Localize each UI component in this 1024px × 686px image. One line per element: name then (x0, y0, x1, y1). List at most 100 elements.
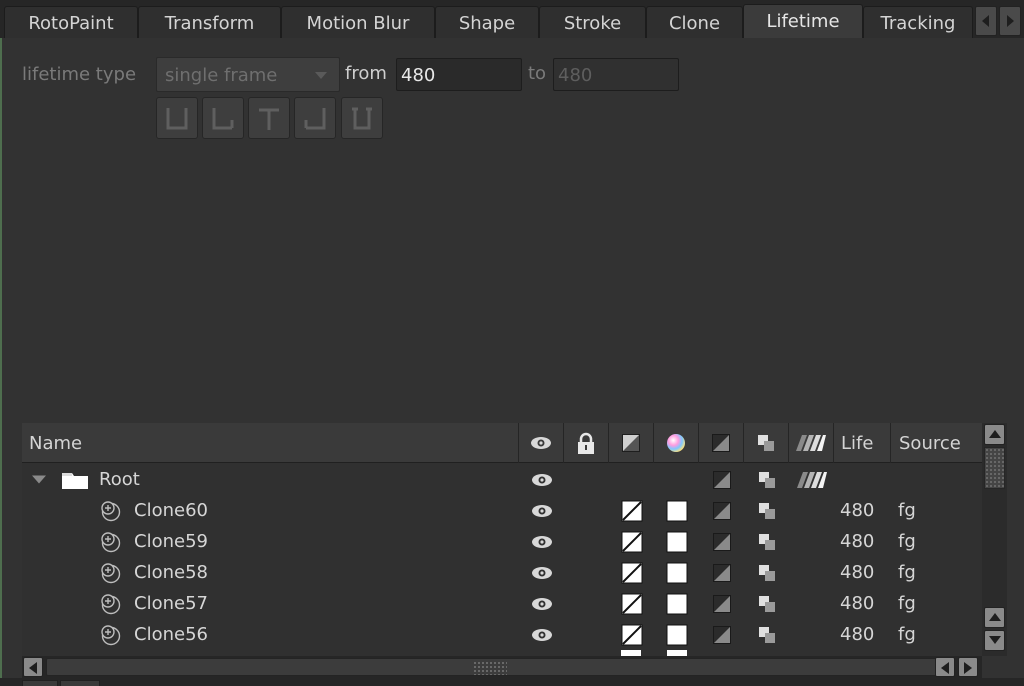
overlay-icon (758, 471, 775, 488)
overlay-toggle[interactable] (744, 619, 789, 650)
table-row[interactable]: Clone56 480 fg (22, 619, 982, 650)
visible-toggle[interactable] (519, 526, 564, 557)
overlay-toggle[interactable] (744, 495, 789, 526)
arrow-up-icon (988, 613, 1001, 621)
blend-icon (712, 594, 731, 613)
invert-toggle[interactable] (609, 526, 654, 557)
invert-icon (621, 562, 642, 583)
clone-icon-cell (98, 619, 122, 650)
invert-icon (621, 624, 642, 645)
blend-icon (712, 501, 731, 520)
scroll-up-button[interactable] (984, 424, 1005, 445)
bottom-tab-stub[interactable] (22, 680, 58, 686)
blending-toggle[interactable] (699, 526, 744, 557)
invert-toggle[interactable] (609, 495, 654, 526)
table-row[interactable]: Clone57 480 fg (22, 588, 982, 619)
overlay-toggle[interactable] (744, 588, 789, 619)
source-value: fg (898, 500, 916, 521)
lifetime-start-to-frame-button[interactable] (202, 97, 244, 139)
scroll-right-button[interactable] (958, 657, 978, 677)
lifetime-all-frames-button[interactable] (156, 97, 198, 139)
clone-layer-icon (101, 500, 121, 521)
tab-rotopaint[interactable]: RotoPaint (4, 6, 138, 38)
eye-icon (531, 566, 552, 579)
tab-scroll-right-button[interactable] (999, 6, 1021, 36)
single-frame-icon (259, 108, 279, 130)
color-swatch[interactable] (654, 495, 699, 526)
arrow-right-icon (964, 662, 972, 674)
blending-toggle[interactable] (699, 495, 744, 526)
life-value: 480 (840, 531, 875, 552)
vertical-scroll-thumb[interactable] (984, 447, 1005, 489)
invert-toggle[interactable] (609, 557, 654, 588)
vertical-scrollbar[interactable] (982, 423, 1007, 656)
table-row[interactable]: Clone58 480 fg (22, 557, 982, 588)
color-swatch[interactable] (654, 588, 699, 619)
invert-icon (622, 434, 640, 452)
expand-toggle[interactable] (30, 464, 48, 495)
lifetime-single-frame-button[interactable] (248, 97, 290, 139)
bottom-tab-stub-2[interactable] (60, 680, 100, 686)
tab-transform[interactable]: Transform (138, 6, 281, 38)
tab-scroll-left-button[interactable] (975, 6, 997, 36)
color-swatch[interactable] (654, 526, 699, 557)
clone-layer-icon (101, 531, 121, 552)
invert-toggle[interactable] (609, 588, 654, 619)
blending-toggle[interactable] (699, 557, 744, 588)
tab-stroke[interactable]: Stroke (539, 6, 646, 38)
lifetime-type-value: single frame (165, 65, 278, 86)
clone-icon-cell (98, 588, 122, 619)
all-frames-icon (166, 108, 188, 130)
scroll-down-button[interactable] (984, 630, 1005, 651)
lifetime-frame-range-button[interactable] (341, 97, 383, 139)
root-visible-toggle[interactable] (519, 464, 564, 495)
scroll-left-button[interactable] (23, 657, 43, 677)
to-frame-input[interactable]: 480 (553, 58, 679, 91)
table-row[interactable]: Clone59 480 fg (22, 526, 982, 557)
column-motion-blur[interactable] (789, 423, 834, 463)
blending-toggle[interactable] (699, 588, 744, 619)
overlay-icon (758, 595, 775, 612)
color-swatch[interactable] (654, 557, 699, 588)
column-invert[interactable] (609, 423, 654, 463)
visible-toggle[interactable] (519, 495, 564, 526)
tree-row-root[interactable]: Root (22, 464, 982, 495)
root-overlay-toggle[interactable] (744, 464, 789, 495)
overlay-icon (758, 564, 775, 581)
tab-tracking[interactable]: Tracking (863, 6, 973, 38)
from-label: from (345, 63, 387, 84)
column-color[interactable] (654, 423, 699, 463)
root-motion-blur-toggle[interactable] (789, 464, 834, 495)
invert-toggle[interactable] (609, 619, 654, 650)
overlay-toggle[interactable] (744, 526, 789, 557)
column-overlay[interactable] (744, 423, 789, 463)
tab-motion-blur[interactable]: Motion Blur (281, 6, 435, 38)
column-name[interactable]: Name (22, 423, 519, 463)
visible-toggle[interactable] (519, 619, 564, 650)
layer-name: Clone59 (134, 531, 208, 552)
tab-clone[interactable]: Clone (646, 6, 743, 38)
column-locked[interactable] (564, 423, 609, 463)
tab-lifetime[interactable]: Lifetime (743, 4, 863, 38)
column-life[interactable]: Life (834, 423, 891, 463)
lifetime-type-dropdown[interactable]: single frame (156, 57, 340, 92)
table-row[interactable]: Clone60 480 fg (22, 495, 982, 526)
column-blending[interactable] (699, 423, 744, 463)
scroll-left-button-right[interactable] (935, 657, 955, 677)
life-value: 480 (840, 562, 875, 583)
column-source[interactable]: Source (891, 423, 982, 463)
visible-toggle[interactable] (519, 557, 564, 588)
tab-shape[interactable]: Shape (435, 6, 539, 38)
visible-toggle[interactable] (519, 588, 564, 619)
overlay-toggle[interactable] (744, 557, 789, 588)
from-frame-input[interactable]: 480 (396, 58, 522, 91)
horizontal-scrollbar[interactable] (22, 656, 982, 678)
horizontal-scroll-thumb[interactable] (46, 658, 951, 676)
color-swatch[interactable] (654, 619, 699, 650)
layer-name: Clone57 (134, 593, 208, 614)
column-visible[interactable] (519, 423, 564, 463)
lifetime-frame-to-end-button[interactable] (294, 97, 336, 139)
scroll-up-button-lower[interactable] (984, 607, 1005, 628)
root-blending-toggle[interactable] (699, 464, 744, 495)
blending-toggle[interactable] (699, 619, 744, 650)
